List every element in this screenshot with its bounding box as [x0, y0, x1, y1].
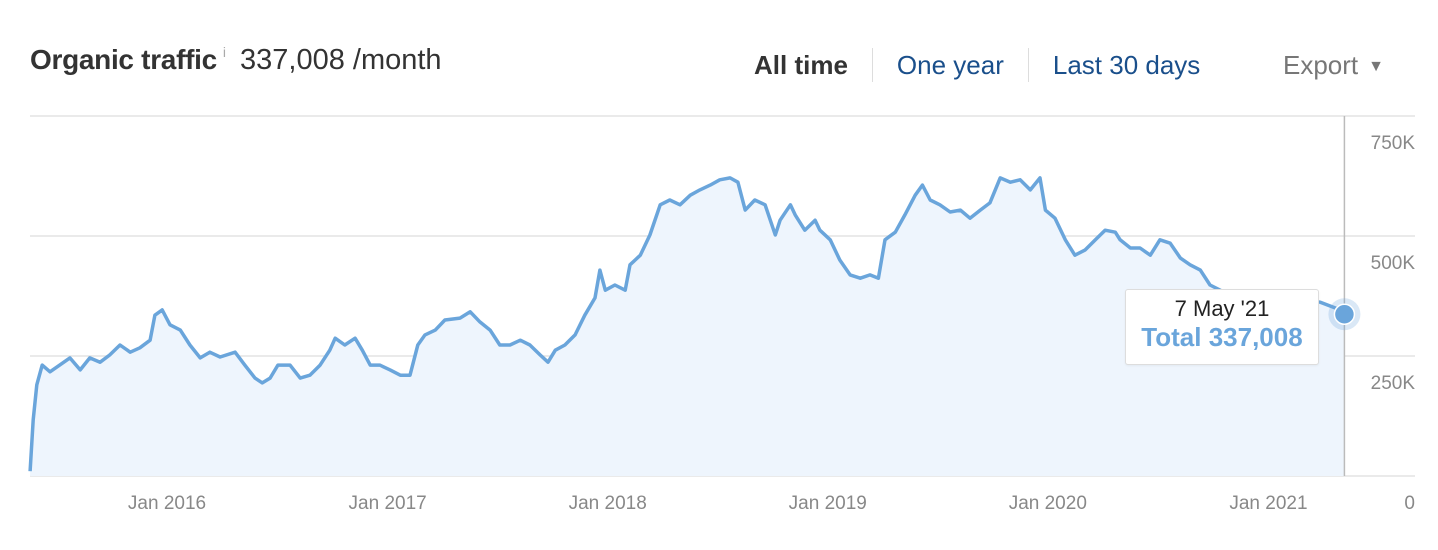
y-tick-label: 500K — [1371, 253, 1416, 274]
y-tick-label: 750K — [1371, 133, 1416, 154]
traffic-chart: 750K 500K 250K 0 Jan 2016 Jan 2017 Jan 2018 Jan… — [28, 115, 1416, 514]
tooltip-total: Total 337,008 — [1141, 322, 1303, 352]
y-tick-label: 0 — [1404, 493, 1415, 514]
tooltip: 7 May '21 Total 337,008 — [1125, 289, 1319, 365]
y-tick-label: 250K — [1371, 373, 1416, 394]
x-tick-label: Jan 2018 — [569, 493, 647, 514]
highlight-point — [1333, 303, 1356, 325]
x-tick-label: Jan 2020 — [1009, 493, 1087, 514]
x-tick-label: Jan 2021 — [1229, 493, 1307, 514]
tooltip-date: 7 May '21 — [1174, 296, 1270, 321]
x-tick-label: Jan 2016 — [128, 493, 206, 514]
x-tick-label: Jan 2019 — [789, 493, 867, 514]
x-tick-label: Jan 2017 — [349, 493, 427, 514]
